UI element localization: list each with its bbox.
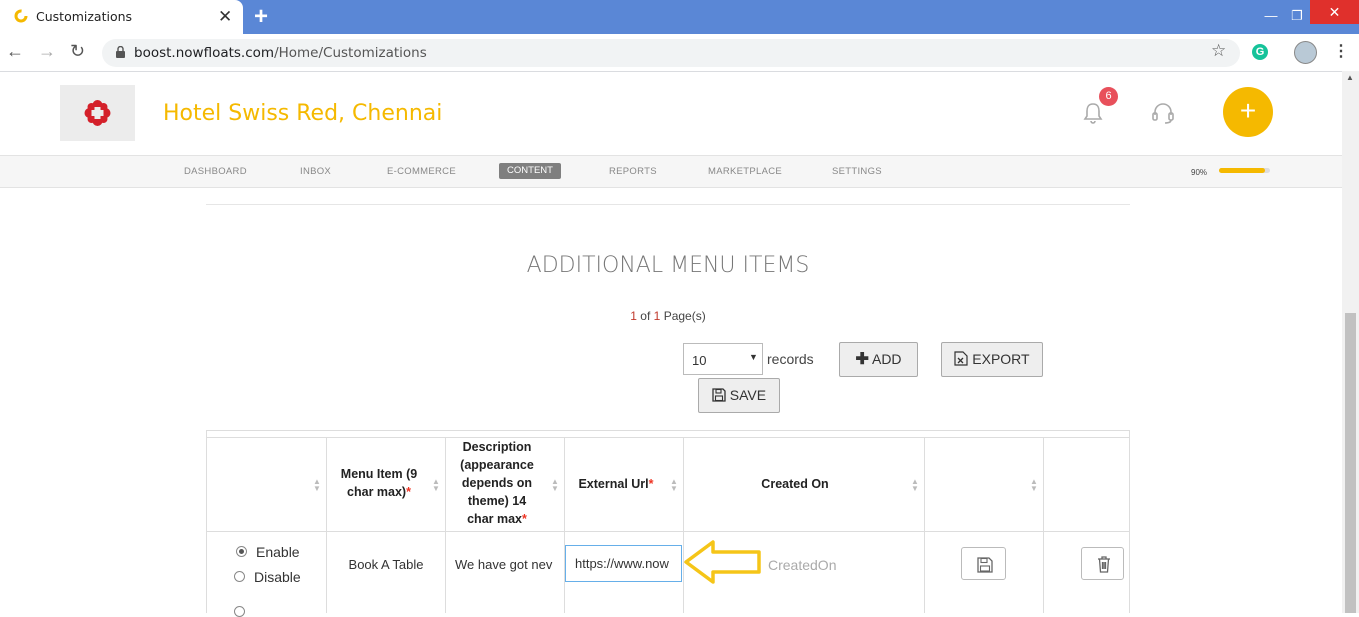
hotel-name[interactable]: Hotel Swiss Red, Chennai: [163, 101, 442, 126]
records-select-value: 10: [692, 353, 707, 368]
restore-button[interactable]: ❐: [1283, 5, 1311, 27]
menu-item-value[interactable]: Book A Table: [327, 557, 445, 572]
headset-support-icon[interactable]: [1151, 101, 1175, 125]
grammarly-extension-icon[interactable]: G: [1252, 44, 1268, 60]
header-description-line4: theme) 14: [467, 494, 527, 508]
nav-settings[interactable]: SETTINGS: [832, 166, 882, 177]
col-divider: [683, 437, 684, 613]
lock-icon: [116, 46, 125, 58]
save-button-label: SAVE: [729, 387, 767, 403]
header-menu-item-line2: char max): [347, 485, 407, 499]
nav-content[interactable]: CONTENT: [499, 163, 561, 179]
plus-icon: ✚: [855, 351, 869, 368]
enable-label[interactable]: Enable: [256, 544, 300, 560]
header-created-on[interactable]: Created On: [685, 475, 905, 493]
bookmark-star-icon[interactable]: ☆: [1211, 41, 1226, 61]
add-button[interactable]: ✚ ADD: [839, 342, 918, 377]
table-header-bottom-border: [207, 531, 1129, 532]
tab-title: Customizations: [36, 9, 133, 24]
row-save-button[interactable]: [961, 547, 1006, 580]
header-description-line1: Description: [462, 440, 532, 454]
annotation-arrow-icon: [684, 540, 761, 584]
nowfloats-favicon-icon: [14, 9, 28, 23]
enable-radio[interactable]: [236, 546, 247, 557]
chevron-down-icon: ▼: [749, 352, 758, 362]
swiss-cross-logo-icon: [84, 100, 111, 126]
required-mark: *: [522, 512, 527, 526]
radio-partial[interactable]: [234, 606, 245, 617]
forward-arrow-icon[interactable]: →: [38, 41, 56, 62]
header-description[interactable]: Description (appearance depends on theme…: [447, 438, 547, 528]
col-divider: [1043, 437, 1044, 613]
disable-label[interactable]: Disable: [254, 569, 301, 585]
notification-badge: 6: [1099, 87, 1118, 106]
minimize-button[interactable]: —: [1257, 5, 1285, 27]
section-title: ADDITIONAL MENU ITEMS: [526, 253, 810, 278]
pager-current[interactable]: 1: [630, 309, 637, 323]
export-button-label: EXPORT: [972, 351, 1030, 367]
sort-icon[interactable]: ▲ ▼: [670, 478, 678, 493]
header-description-line5: char max: [467, 512, 523, 526]
floppy-disk-icon: [977, 557, 993, 573]
pager-total[interactable]: 1: [654, 309, 661, 323]
add-button-label: ADD: [871, 351, 902, 367]
header-menu-item[interactable]: Menu Item (9 char max)*: [328, 465, 430, 501]
header-external-url[interactable]: External Url*: [566, 475, 666, 493]
sort-icon[interactable]: ▲ ▼: [551, 478, 559, 493]
nav-marketplace[interactable]: MARKETPLACE: [708, 166, 782, 177]
tab-close-icon[interactable]: ✕: [218, 7, 232, 27]
col-divider: [326, 437, 327, 613]
created-on-placeholder: CreatedOn: [768, 557, 837, 573]
scroll-up-arrow-icon[interactable]: ▲: [1346, 73, 1354, 82]
trash-icon: [1098, 556, 1110, 573]
nav-ecommerce[interactable]: E-COMMERCE: [387, 166, 456, 177]
profile-progress-fill: [1219, 168, 1265, 173]
nav-reports[interactable]: REPORTS: [609, 166, 657, 177]
header-description-line3: depends on: [461, 476, 533, 490]
required-mark: *: [406, 485, 411, 499]
reload-icon[interactable]: ↻: [70, 41, 85, 62]
export-button[interactable]: EXPORT: [941, 342, 1043, 377]
window-close-button[interactable]: ✕: [1310, 0, 1359, 24]
add-fab-button[interactable]: +: [1223, 87, 1273, 137]
content-divider: [206, 204, 1130, 205]
floppy-disk-icon: [712, 388, 726, 402]
profile-avatar[interactable]: [1294, 41, 1317, 64]
col-divider: [924, 437, 925, 613]
save-all-button[interactable]: SAVE: [698, 378, 780, 413]
row-delete-button[interactable]: [1081, 547, 1124, 580]
url-path: /Home/Customizations: [274, 45, 427, 61]
description-value[interactable]: We have got nev: [455, 557, 555, 572]
header-description-line2: (appearance: [460, 458, 534, 472]
col-divider: [564, 437, 565, 613]
sort-icon[interactable]: ▲ ▼: [911, 478, 919, 493]
new-tab-button[interactable]: +: [254, 3, 268, 31]
required-mark: *: [648, 477, 654, 491]
menu-items-table: [206, 430, 1130, 613]
excel-file-icon: [954, 351, 968, 366]
pager: 1 of 1 Page(s): [206, 309, 1130, 323]
sort-icon[interactable]: ▲ ▼: [432, 478, 440, 493]
col-divider: [445, 437, 446, 613]
profile-progress-label: 90%: [1191, 168, 1208, 177]
table-header-top-border: [207, 437, 1129, 438]
sort-icon[interactable]: ▲ ▼: [313, 478, 321, 493]
header-external-url-label: External Url: [578, 477, 649, 491]
browser-menu-icon[interactable]: ⋮: [1333, 41, 1349, 61]
url-host: boost.nowfloats.com: [134, 45, 275, 61]
nav-dashboard[interactable]: DASHBOARD: [184, 166, 247, 177]
pager-suffix: Page(s): [663, 309, 706, 323]
hotel-logo[interactable]: [60, 85, 135, 141]
url-text[interactable]: boost.nowfloats.com/Home/Customizations: [134, 45, 427, 61]
pager-of: of: [640, 309, 651, 323]
back-arrow-icon[interactable]: ←: [6, 41, 24, 62]
nav-inbox[interactable]: INBOX: [300, 166, 331, 177]
external-url-input-text: https://www.now: [575, 556, 669, 571]
scrollbar-thumb[interactable]: [1345, 313, 1356, 613]
bell-icon[interactable]: [1083, 102, 1103, 124]
sort-icon[interactable]: ▲ ▼: [1030, 478, 1038, 493]
header-menu-item-line1: Menu Item (9: [340, 467, 418, 481]
records-label: records: [767, 351, 814, 367]
disable-radio[interactable]: [234, 571, 245, 582]
